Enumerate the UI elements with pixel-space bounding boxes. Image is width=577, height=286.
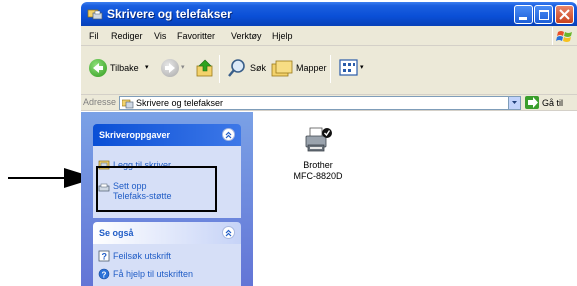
content-area: Brother MFC-8820D (253, 112, 577, 286)
minimize-button[interactable] (514, 5, 533, 24)
address-value: Skrivere og telefakser (136, 98, 224, 108)
title-bar: Skrivere og telefakser (81, 2, 577, 26)
views-dropdown-icon[interactable]: ▾ (360, 63, 364, 71)
annotation-highlight-box (96, 166, 217, 212)
windows-flag-icon (556, 31, 572, 42)
chevron-up-icon (225, 131, 232, 139)
see-also-body: ? Feilsøk utskrift ? Få hjelp til utskri… (93, 244, 241, 286)
printer-icon (305, 127, 332, 152)
go-arrow-icon (528, 97, 538, 108)
printer-tasks-collapse-button[interactable] (222, 128, 235, 141)
back-dropdown-icon[interactable]: ▾ (145, 63, 149, 71)
close-icon (559, 9, 570, 20)
forward-dropdown-icon[interactable]: ▾ (181, 63, 185, 71)
toolbar-separator-2 (330, 55, 331, 83)
svg-text:?: ? (102, 271, 107, 280)
svg-text:?: ? (102, 252, 108, 262)
maximize-button[interactable] (534, 5, 553, 24)
chevron-down-icon (512, 101, 517, 104)
close-button[interactable] (555, 5, 574, 24)
see-also-title: Se også (99, 228, 134, 238)
search-icon[interactable] (227, 58, 247, 78)
help-circle-icon: ? (98, 268, 110, 280)
chevron-up-icon (225, 229, 232, 237)
printing-help-link[interactable]: Få hjelp til utskriften (113, 269, 193, 279)
menu-favorites[interactable]: Favoritter (177, 31, 215, 41)
explorer-window: Skrivere og telefakser Fil Rediger Vis F… (81, 2, 577, 286)
window-title: Skrivere og telefakser (107, 7, 232, 21)
printer-name-line2: MFC-8820D (293, 171, 343, 181)
printer-tasks-header[interactable]: Skriveroppgaver (93, 124, 241, 146)
printer-name-line1: Brother (303, 160, 333, 170)
menu-tools[interactable]: Verktøy (231, 31, 262, 41)
folders-icon[interactable] (271, 58, 293, 78)
minimize-icon (519, 17, 527, 20)
forward-button[interactable] (161, 59, 179, 77)
see-also-panel: Se også ? Feilsøk utskrift ? Få hjelp ti… (93, 222, 241, 286)
search-label[interactable]: Søk (250, 63, 266, 73)
printers-folder-icon (122, 99, 134, 109)
toolbar: Tilbake ▾ ▾ Søk Mapper ▾ (81, 46, 577, 95)
printer-item[interactable]: Brother MFC-8820D (253, 112, 383, 192)
toolbar-separator (219, 55, 220, 83)
go-label[interactable]: Gå til (542, 98, 563, 108)
printers-folder-icon (87, 9, 103, 20)
printer-tasks-title: Skriveroppgaver (99, 130, 171, 140)
address-label: Adresse (83, 97, 117, 107)
forward-arrow-icon (165, 63, 175, 73)
menu-view[interactable]: Vis (154, 31, 166, 41)
menu-help[interactable]: Hjelp (272, 31, 293, 41)
go-button[interactable] (525, 96, 539, 109)
views-icon[interactable] (339, 59, 359, 77)
help-icon: ? (98, 250, 110, 262)
back-arrow-icon (93, 63, 103, 73)
menu-edit[interactable]: Rediger (111, 31, 143, 41)
see-also-collapse-button[interactable] (222, 226, 235, 239)
windows-logo (552, 27, 574, 45)
troubleshoot-printing-link[interactable]: Feilsøk utskrift (113, 251, 171, 261)
address-bar: Adresse Skrivere og telefakser Gå til (81, 95, 577, 111)
menu-file[interactable]: Fil (89, 31, 99, 41)
see-also-header[interactable]: Se også (93, 222, 241, 244)
back-label[interactable]: Tilbake (110, 63, 139, 73)
address-field[interactable]: Skrivere og telefakser (119, 96, 521, 110)
folders-label[interactable]: Mapper (296, 63, 327, 73)
menu-bar: Fil Rediger Vis Favoritter Verktøy Hjelp (81, 26, 577, 46)
back-button[interactable] (89, 59, 107, 77)
annotation-arrow-line (8, 177, 70, 179)
address-dropdown-button[interactable] (508, 97, 520, 109)
up-folder-icon[interactable] (195, 58, 215, 78)
